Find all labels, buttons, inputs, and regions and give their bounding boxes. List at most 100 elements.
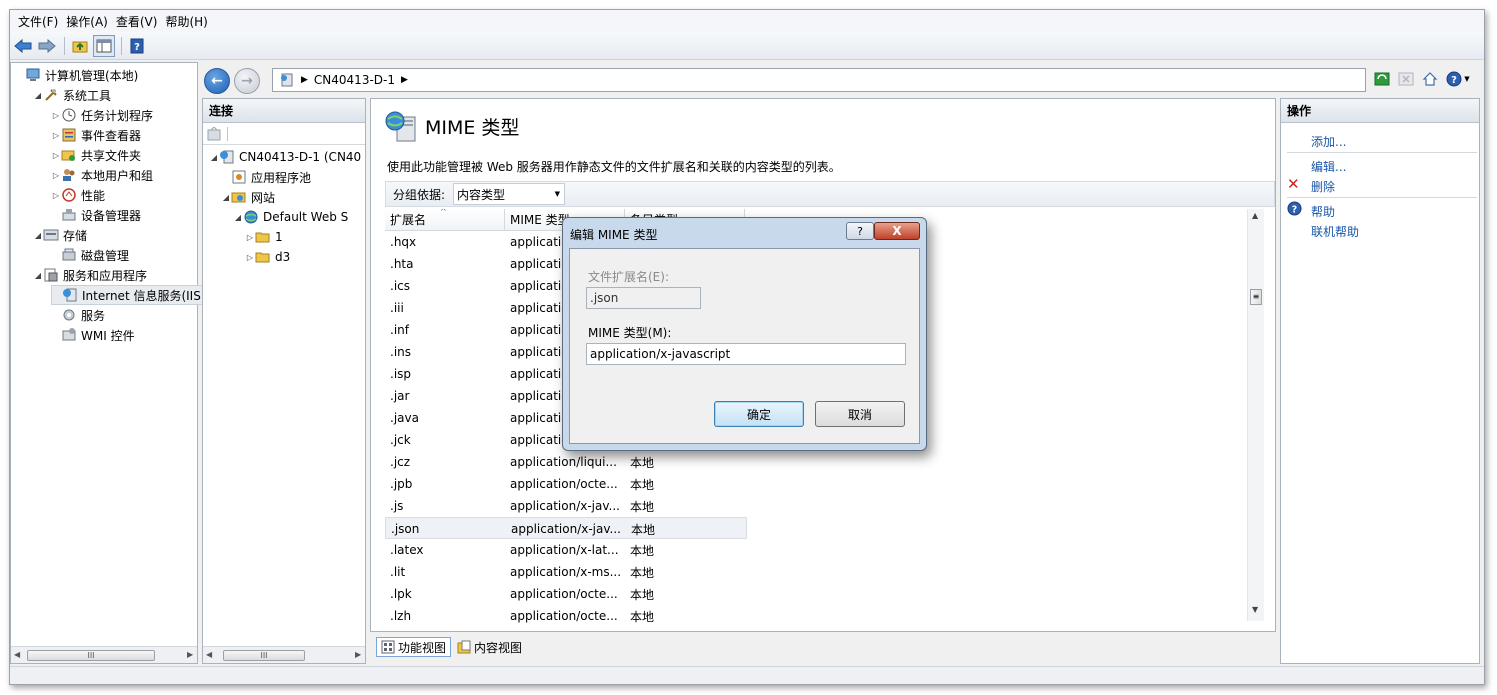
expanded-arrow-icon[interactable]: ◢ (209, 153, 219, 162)
console-tree-hscrollbar[interactable]: ◀ III ▶ (11, 646, 197, 663)
stop-button[interactable] (1396, 70, 1416, 88)
scroll-left-icon[interactable]: ◀ (14, 650, 20, 659)
scroll-thumb[interactable]: III (223, 650, 305, 661)
console-tree-item[interactable]: ▷ 本地用户和组 (51, 165, 153, 185)
console-tree-item[interactable]: Internet 信息服务(IIS)管 (51, 285, 223, 305)
toolbar: ? (10, 32, 1484, 60)
expand-arrow-icon[interactable]: ▷ (245, 253, 255, 262)
console-tree-item[interactable]: 设备管理器 (51, 205, 141, 225)
dialog-help-button[interactable]: ? (846, 222, 874, 240)
expand-arrow-icon[interactable]: ▷ (51, 151, 61, 160)
expand-arrow-icon[interactable]: ▷ (51, 171, 61, 180)
back-button[interactable] (12, 35, 34, 57)
tab-features-view-label: 功能视图 (398, 640, 447, 655)
action-add[interactable]: 添加... (1311, 133, 1346, 150)
dialog-close-button[interactable]: X (874, 222, 920, 240)
group-by-select[interactable]: 内容类型 ▼ (453, 183, 566, 205)
mime-type-field[interactable]: application/x-javascript (586, 343, 906, 365)
sites-icon (231, 189, 247, 205)
shared-folder-icon (61, 147, 77, 163)
toolbar-separator (121, 36, 122, 55)
cell-extension: .lit (390, 565, 406, 579)
action-edit[interactable]: 编辑... (1311, 158, 1346, 175)
iis-help-button[interactable]: ? ▼ (1444, 70, 1472, 88)
action-online-help[interactable]: 联机帮助 (1311, 223, 1359, 240)
tab-features-view[interactable]: 功能视图 (376, 637, 452, 657)
cancel-button[interactable]: 取消 (815, 401, 905, 427)
table-row[interactable]: .jcz application/liqui... 本地 (385, 451, 745, 473)
expanded-arrow-icon[interactable]: ◢ (33, 91, 43, 100)
address-crumb[interactable]: CN40413-D-1 (314, 73, 395, 87)
home-button[interactable] (1420, 70, 1440, 88)
scroll-down-icon[interactable]: ▼ (1252, 605, 1258, 614)
device-manager-icon (61, 207, 77, 223)
expand-arrow-icon[interactable]: ▷ (51, 131, 61, 140)
expand-arrow-icon[interactable]: ▷ (51, 111, 61, 120)
tab-content-view[interactable]: 内容视图 (453, 637, 526, 657)
refresh-button[interactable] (1372, 70, 1392, 88)
expand-arrow-icon[interactable]: ▷ (51, 191, 61, 200)
connection-tree-item[interactable]: ◢ CN40413-D-1 (CN40 (209, 147, 361, 167)
console-tree-item[interactable]: WMI 控件 (51, 325, 135, 345)
extension-field[interactable]: .json (586, 287, 701, 309)
console-tree-item[interactable]: ◢ 系统工具 (33, 85, 111, 105)
connection-tree-item[interactable]: ▷ d3 (245, 247, 290, 267)
svg-text:?: ? (134, 42, 140, 53)
ok-button[interactable]: 确定 (714, 401, 804, 427)
connection-tree-item[interactable]: ◢ Default Web S (233, 207, 348, 227)
show-hide-tree-button[interactable] (93, 34, 115, 57)
console-tree-item[interactable]: ◢ 存储 (33, 225, 87, 245)
iis-back-button[interactable]: ← (204, 68, 230, 94)
iis-forward-button[interactable]: → (234, 68, 260, 94)
console-tree-item[interactable]: ◢ 服务和应用程序 (33, 265, 147, 285)
new-connection-icon[interactable] (207, 126, 221, 141)
table-row[interactable]: .js application/x-jav... 本地 (385, 495, 745, 517)
menu-action[interactable]: 操作(A) (62, 13, 112, 30)
actions-divider (1287, 197, 1477, 198)
arrow-left-icon (14, 38, 32, 53)
table-row[interactable]: .jpb application/octe... 本地 (385, 473, 745, 495)
menu-help[interactable]: 帮助(H) (161, 13, 211, 30)
table-row[interactable]: .json application/x-jav... 本地 (385, 517, 747, 539)
address-field[interactable]: ▶ CN40413-D-1 ▶ (272, 68, 1366, 92)
console-tree-item[interactable]: ▷ 共享文件夹 (51, 145, 141, 165)
help-button[interactable]: ? (126, 35, 148, 57)
table-row[interactable]: .lit application/x-ms... 本地 (385, 561, 745, 583)
mime-list-vscrollbar[interactable]: ▲ ≡ ▼ (1247, 209, 1264, 621)
action-delete[interactable]: 删除 (1311, 178, 1335, 195)
connection-tree-item[interactable]: ◢ 网站 (221, 187, 275, 207)
connection-tree-item-label: 1 (275, 230, 283, 244)
expanded-arrow-icon[interactable]: ◢ (221, 193, 231, 202)
scroll-right-icon[interactable]: ▶ (187, 650, 193, 659)
scroll-thumb[interactable]: ≡ (1250, 289, 1262, 305)
menu-view[interactable]: 查看(V) (112, 13, 162, 30)
connection-tree-item[interactable]: 应用程序池 (221, 167, 311, 187)
forward-button[interactable] (36, 35, 58, 57)
table-row[interactable]: .lzh application/octe... 本地 (385, 605, 745, 627)
menu-file[interactable]: 文件(F) (14, 13, 62, 30)
expand-arrow-icon[interactable]: ▷ (245, 233, 255, 242)
scroll-up-icon[interactable]: ▲ (1252, 211, 1258, 220)
expanded-arrow-icon[interactable]: ◢ (33, 231, 43, 240)
cell-mime-type: application/x-jav... (511, 522, 621, 536)
up-folder-button[interactable] (69, 35, 91, 57)
console-tree-item[interactable]: 磁盘管理 (51, 245, 129, 265)
console-tree-item[interactable]: ▷ 性能 (51, 185, 105, 205)
connections-hscrollbar[interactable]: ◀ III ▶ (203, 646, 365, 663)
scroll-left-icon[interactable]: ◀ (206, 650, 212, 659)
expanded-arrow-icon[interactable]: ◢ (33, 271, 43, 280)
expanded-arrow-icon[interactable]: ◢ (233, 213, 243, 222)
table-row[interactable]: .lpk application/octe... 本地 (385, 583, 745, 605)
connection-tree-item[interactable]: ▷ 1 (245, 227, 283, 247)
console-tree-item[interactable]: ▷ 事件查看器 (51, 125, 141, 145)
tools-icon (43, 87, 59, 103)
scroll-thumb[interactable]: III (27, 650, 155, 661)
table-row[interactable]: .latex application/x-lat... 本地 (385, 539, 745, 561)
column-extension[interactable]: 扩展名 ^ (385, 209, 505, 231)
action-help[interactable]: 帮助 (1311, 203, 1335, 220)
connection-tree-item-label: CN40413-D-1 (CN40 (239, 150, 362, 164)
scroll-right-icon[interactable]: ▶ (355, 650, 361, 659)
console-tree-item[interactable]: 服务 (51, 305, 105, 325)
console-tree-item[interactable]: ▷ 任务计划程序 (51, 105, 153, 125)
console-tree-item[interactable]: 计算机管理(本地) (15, 65, 138, 85)
